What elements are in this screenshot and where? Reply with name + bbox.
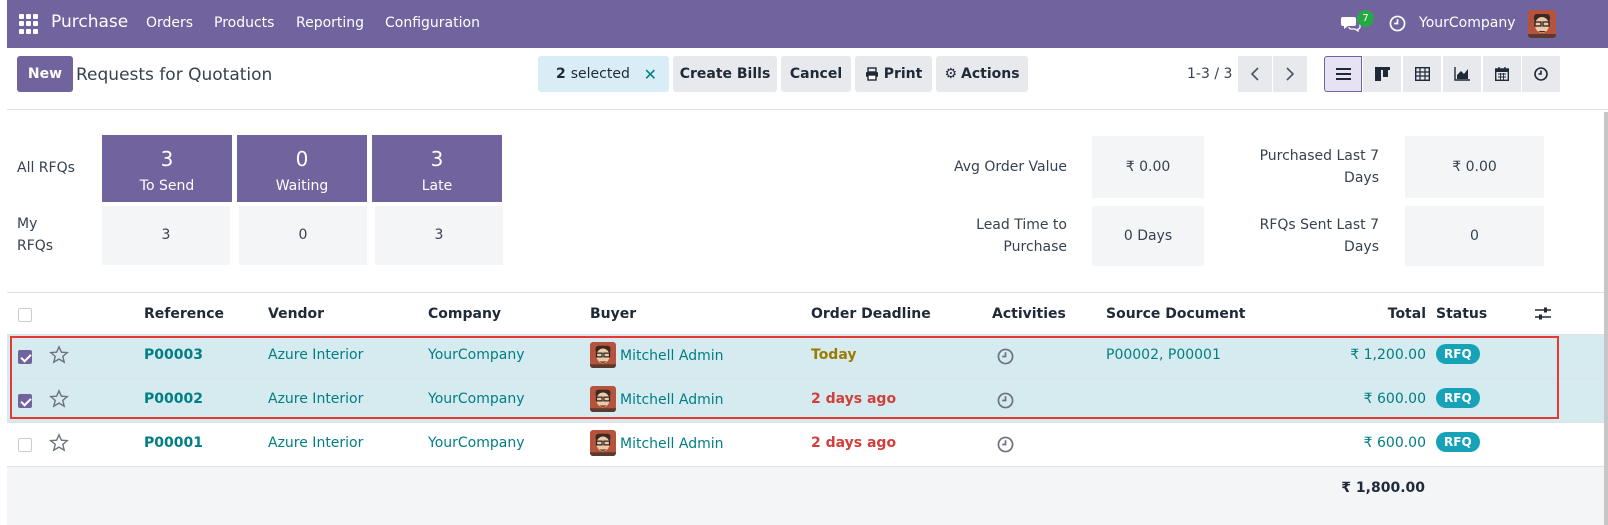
- printer-icon: [865, 67, 878, 81]
- pager-previous-button[interactable]: [1238, 56, 1272, 92]
- selected-label: selected: [570, 66, 630, 82]
- list-icon: [1335, 68, 1351, 80]
- app-name[interactable]: Purchase: [51, 12, 128, 32]
- my-waiting[interactable]: 0: [239, 206, 367, 265]
- activity-clock-icon[interactable]: [997, 436, 1014, 453]
- page-title: Requests for Quotation: [76, 65, 273, 85]
- row-reference[interactable]: P00001: [144, 435, 203, 451]
- column-buyer[interactable]: Buyer: [590, 306, 636, 322]
- tile-label: Waiting: [275, 178, 329, 194]
- tile-value: 3: [430, 147, 444, 171]
- top-navbar: Purchase Orders Products Reporting Confi…: [7, 0, 1608, 48]
- tile-value: 3: [160, 147, 174, 171]
- buyer-avatar: [590, 430, 616, 456]
- column-vendor[interactable]: Vendor: [268, 306, 324, 322]
- row-buyer[interactable]: Mitchell Admin: [620, 436, 724, 452]
- lead-time-label: Lead Time to Purchase: [976, 217, 1067, 255]
- activity-view-button[interactable]: [1522, 56, 1560, 92]
- column-total[interactable]: Total: [1307, 306, 1426, 322]
- star-icon[interactable]: [49, 433, 69, 453]
- pager-value[interactable]: 1-3 / 3: [1187, 66, 1232, 82]
- tile-label: To Send: [139, 178, 195, 194]
- grand-total: ₹ 1,800.00: [1341, 480, 1425, 496]
- row-total: ₹ 600.00: [1363, 435, 1426, 451]
- row-vendor[interactable]: Azure Interior: [268, 435, 363, 451]
- selection-highlight-frame: [10, 336, 1559, 419]
- my-rfqs-label: My RFQs: [17, 216, 54, 254]
- calendar-view-button[interactable]: [1483, 56, 1521, 92]
- my-late[interactable]: 3: [375, 206, 503, 265]
- clock-icon[interactable]: [1389, 15, 1406, 32]
- actions-label: Actions: [961, 66, 1020, 82]
- print-button[interactable]: Print: [855, 56, 932, 92]
- column-reference[interactable]: Reference: [144, 306, 224, 322]
- cancel-button[interactable]: Cancel: [781, 56, 851, 92]
- new-button[interactable]: New: [17, 56, 73, 92]
- optional-columns-icon[interactable]: [1535, 307, 1551, 321]
- kanban-icon: [1374, 67, 1390, 81]
- purchased-last7-value: ₹ 0.00: [1405, 136, 1544, 198]
- table-grid-icon: [1414, 67, 1430, 81]
- user-avatar[interactable]: [1528, 10, 1556, 38]
- purchased-last7-label: Purchased Last 7 Days: [1259, 148, 1379, 186]
- rfqs-sent-value: 0: [1405, 206, 1544, 266]
- column-source-document[interactable]: Source Document: [1106, 306, 1246, 322]
- column-order-deadline[interactable]: Order Deadline: [811, 306, 931, 322]
- menu-configuration[interactable]: Configuration: [385, 15, 480, 31]
- apps-grid-icon[interactable]: [19, 14, 39, 34]
- avg-order-value-label: Avg Order Value: [953, 159, 1067, 175]
- pager-next-button[interactable]: [1273, 56, 1307, 92]
- menu-orders[interactable]: Orders: [146, 15, 193, 31]
- company-switcher[interactable]: YourCompany: [1419, 15, 1516, 31]
- unselect-all-icon[interactable]: ✕: [644, 65, 657, 84]
- all-rfqs-label: All RFQs: [17, 160, 75, 176]
- tile-label: Late: [421, 178, 453, 194]
- table-footer: ₹ 1,800.00: [7, 466, 1608, 525]
- chevron-left-icon: [1250, 67, 1259, 81]
- vertical-scrollbar[interactable]: [1604, 112, 1608, 525]
- control-panel: New Requests for Quotation 2 selected ✕ …: [7, 48, 1608, 110]
- create-bills-button[interactable]: Create Bills: [673, 56, 777, 92]
- print-label: Print: [883, 66, 923, 82]
- tile-to-send[interactable]: 3 To Send: [102, 135, 232, 202]
- pivot-view-button[interactable]: [1403, 56, 1441, 92]
- gear-icon: ⚙: [944, 66, 957, 82]
- calendar-icon: [1495, 67, 1509, 81]
- list-view-button[interactable]: [1324, 56, 1362, 92]
- tile-value: 0: [295, 147, 309, 171]
- row-deadline: 2 days ago: [811, 435, 897, 451]
- area-chart-icon: [1454, 67, 1470, 81]
- menu-products[interactable]: Products: [214, 15, 274, 31]
- select-all-checkbox[interactable]: [18, 308, 32, 322]
- selected-count: 2: [556, 66, 566, 82]
- app-window: Purchase Orders Products Reporting Confi…: [7, 0, 1608, 525]
- column-status[interactable]: Status: [1436, 306, 1487, 322]
- status-badge: RFQ: [1436, 432, 1480, 452]
- my-to-send[interactable]: 3: [102, 206, 230, 265]
- row-company[interactable]: YourCompany: [428, 435, 525, 451]
- tile-late[interactable]: 3 Late: [372, 135, 502, 202]
- chevron-right-icon: [1286, 67, 1295, 81]
- row-checkbox[interactable]: [18, 438, 32, 452]
- graph-view-button[interactable]: [1443, 56, 1481, 92]
- column-activities[interactable]: Activities: [992, 306, 1066, 322]
- clock-icon: [1534, 67, 1548, 81]
- column-company[interactable]: Company: [428, 306, 501, 322]
- tile-waiting[interactable]: 0 Waiting: [237, 135, 367, 202]
- rfqs-sent-label: RFQs Sent Last 7 Days: [1259, 217, 1379, 255]
- actions-button[interactable]: ⚙ Actions: [936, 56, 1028, 92]
- message-count-badge: 7: [1357, 10, 1374, 27]
- avg-order-value: ₹ 0.00: [1092, 136, 1204, 198]
- selection-indicator: 2 selected ✕: [538, 56, 669, 92]
- table-header: Reference Vendor Company Buyer Order Dea…: [7, 292, 1608, 335]
- lead-time-value: 0 Days: [1092, 206, 1204, 266]
- kanban-view-button[interactable]: [1363, 56, 1401, 92]
- table-row[interactable]: P00001 Azure Interior YourCompany Mitche…: [7, 422, 1608, 466]
- menu-reporting[interactable]: Reporting: [296, 15, 364, 31]
